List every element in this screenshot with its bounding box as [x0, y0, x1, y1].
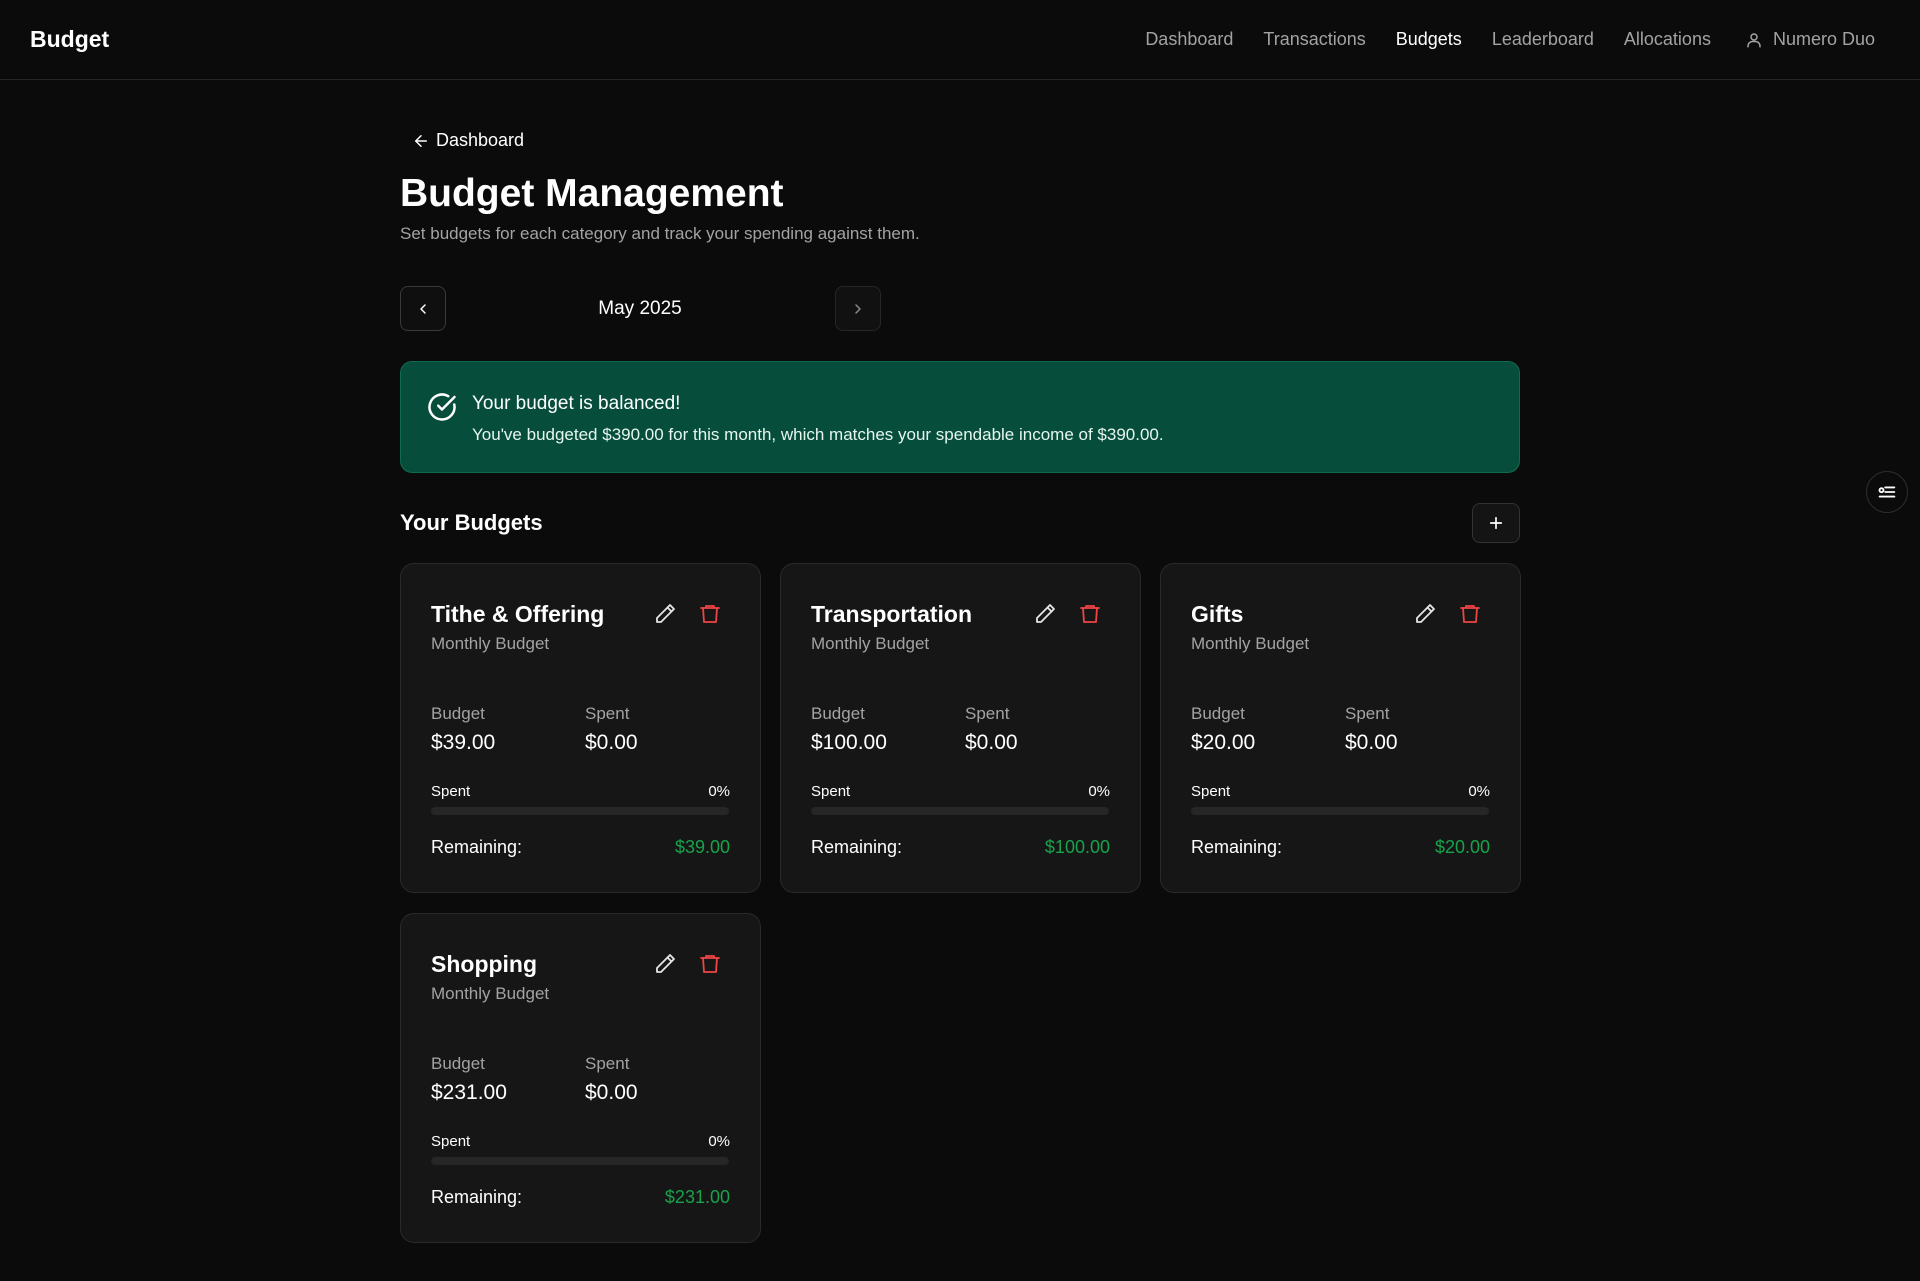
spent-amount: $0.00 — [585, 731, 638, 754]
budget-name: Gifts — [1191, 601, 1244, 627]
nav-links: Dashboard Transactions Budgets Leaderboa… — [1115, 29, 1890, 50]
alert-text: You've budgeted $390.00 for this month, … — [472, 425, 1164, 444]
back-label: Dashboard — [436, 130, 525, 150]
alert-title: Your budget is balanced! — [472, 393, 681, 414]
progress-label: Spent — [431, 783, 471, 800]
nav-link-dashboard[interactable]: Dashboard — [1145, 29, 1233, 50]
spent-label: Spent — [585, 704, 630, 723]
budget-label: Budget — [431, 1054, 485, 1073]
month-navigator: May 2025 — [400, 286, 881, 332]
budget-period: Monthly Budget — [431, 634, 550, 653]
add-budget-button[interactable] — [1472, 503, 1520, 543]
progress-bar — [431, 1157, 729, 1165]
budget-period: Monthly Budget — [811, 634, 930, 653]
remaining-label: Remaining: — [431, 837, 523, 857]
budget-amount: $39.00 — [431, 731, 496, 754]
budget-card: Transportation Monthly Budget Budget Spe… — [780, 563, 1141, 893]
remaining-label: Remaining: — [431, 1187, 523, 1207]
remaining-amount: $39.00 — [674, 837, 730, 857]
budget-amount: $231.00 — [431, 1081, 507, 1104]
trash-icon[interactable] — [1078, 602, 1102, 626]
spent-label: Spent — [965, 704, 1010, 723]
user-name: Numero Duo — [1772, 29, 1875, 49]
budget-period: Monthly Budget — [431, 984, 550, 1003]
spent-label: Spent — [585, 1054, 630, 1073]
budget-balanced-alert: Your budget is balanced! You've budgeted… — [400, 361, 1520, 473]
trash-icon[interactable] — [698, 952, 722, 976]
remaining-amount: $20.00 — [1434, 837, 1490, 857]
progress-percent: 0% — [1468, 783, 1490, 800]
budget-period: Monthly Budget — [1191, 634, 1310, 653]
nav-link-transactions[interactable]: Transactions — [1263, 29, 1365, 50]
floating-action-button[interactable] — [1866, 471, 1908, 513]
nav-link-leaderboard[interactable]: Leaderboard — [1492, 29, 1594, 50]
back-to-dashboard-link[interactable]: Dashboard — [412, 130, 524, 151]
progress-bar — [811, 807, 1109, 815]
chevron-right-icon — [855, 303, 861, 314]
remaining-amount: $100.00 — [1044, 837, 1110, 857]
budget-amount: $100.00 — [811, 731, 887, 754]
budget-card: Gifts Monthly Budget Budget Spent $20.00… — [1160, 563, 1521, 893]
progress-percent: 0% — [1088, 783, 1110, 800]
user-menu[interactable]: Numero Duo — [1745, 29, 1875, 50]
progress-label: Spent — [811, 783, 851, 800]
trash-icon[interactable] — [698, 602, 722, 626]
user-icon — [1747, 32, 1761, 47]
remaining-label: Remaining: — [811, 837, 903, 857]
brand-logo[interactable]: Budget — [30, 26, 109, 53]
spent-label: Spent — [1345, 704, 1390, 723]
plus-icon — [1489, 516, 1503, 530]
pencil-icon[interactable] — [1413, 602, 1437, 626]
nav-link-budgets[interactable]: Budgets — [1396, 29, 1462, 50]
page-title: Budget Management — [400, 172, 784, 215]
budget-name: Tithe & Offering — [431, 601, 605, 627]
progress-percent: 0% — [708, 1133, 730, 1150]
nav-link-allocations[interactable]: Allocations — [1624, 29, 1711, 50]
budget-name: Transportation — [811, 601, 973, 627]
progress-label: Spent — [1191, 783, 1231, 800]
trash-icon[interactable] — [1458, 602, 1482, 626]
spent-amount: $0.00 — [585, 1081, 638, 1104]
budget-card: Shopping Monthly Budget Budget Spent $23… — [400, 913, 761, 1243]
progress-label: Spent — [431, 1133, 471, 1150]
spent-amount: $0.00 — [1345, 731, 1398, 754]
progress-bar — [431, 807, 729, 815]
remaining-amount: $231.00 — [664, 1187, 730, 1207]
arrow-left-icon — [415, 134, 427, 147]
page-subtitle: Set budgets for each category and track … — [400, 224, 920, 243]
section-title: Your Budgets — [400, 510, 543, 535]
budget-label: Budget — [1191, 704, 1245, 723]
budget-label: Budget — [431, 704, 485, 723]
pencil-icon[interactable] — [653, 952, 677, 976]
top-navbar: Budget Dashboard Transactions Budgets Le… — [0, 0, 1920, 80]
check-circle-icon — [428, 393, 456, 421]
budget-name: Shopping — [431, 951, 538, 977]
budget-card: Tithe & Offering Monthly Budget Budget S… — [400, 563, 761, 893]
budget-label: Budget — [811, 704, 865, 723]
progress-percent: 0% — [708, 783, 730, 800]
remaining-label: Remaining: — [1191, 837, 1283, 857]
budget-amount: $20.00 — [1191, 731, 1256, 754]
pencil-icon[interactable] — [1033, 602, 1057, 626]
pencil-icon[interactable] — [653, 602, 677, 626]
list-filter-icon — [1878, 486, 1896, 498]
spent-amount: $0.00 — [965, 731, 1018, 754]
progress-bar — [1191, 807, 1489, 815]
current-month: May 2025 — [598, 298, 682, 319]
next-month-button[interactable] — [835, 286, 881, 331]
